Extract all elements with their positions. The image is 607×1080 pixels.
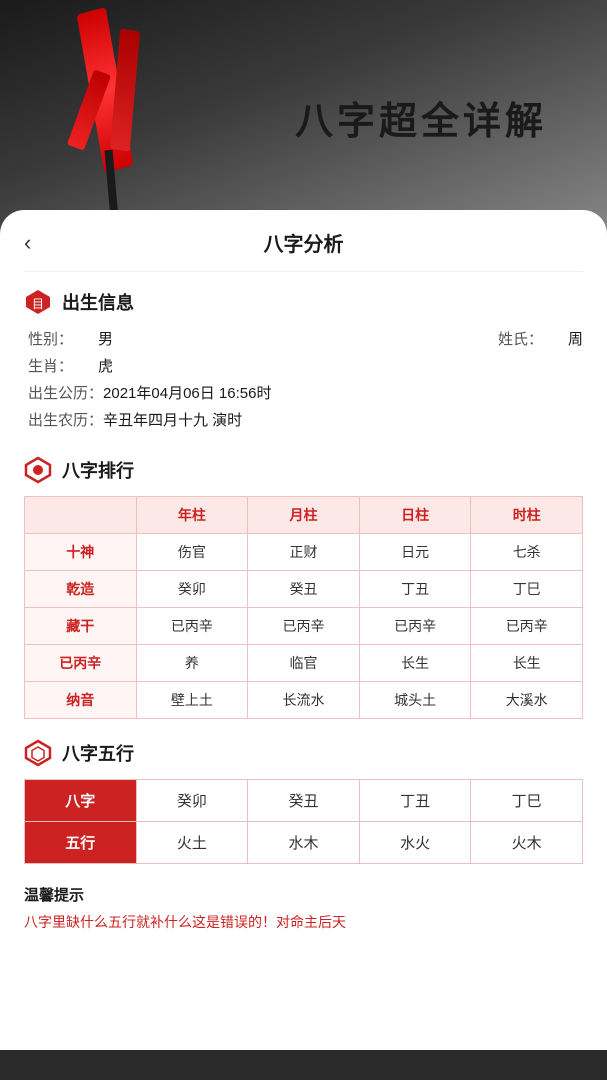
cell-qianzao-month: 癸丑 — [248, 571, 360, 608]
wuxing-element-label: 五行 — [25, 822, 137, 864]
zodiac-value: 虎 — [98, 355, 113, 376]
cell-shishen-month: 正财 — [248, 534, 360, 571]
banner-title: 八字超全详解 — [295, 90, 547, 145]
surname-value: 周 — [568, 328, 583, 349]
gender-value: 男 — [98, 328, 113, 349]
cell-zanggan-year: 已丙辛 — [136, 608, 248, 645]
lunar-value: 辛丑年四月十九 演时 — [103, 409, 242, 430]
wuxing-table: 八字 癸卯 癸丑 丁丑 丁巳 五行 火土 水木 水火 火木 — [24, 779, 583, 864]
wuxing-bazi-2: 癸丑 — [248, 780, 360, 822]
zodiac-row: 生肖： 虎 — [24, 355, 583, 376]
cell-shishen-year: 伤官 — [136, 534, 248, 571]
wuxing-title: 八字五行 — [62, 740, 134, 766]
table-row: 乾造 癸卯 癸丑 丁丑 丁巳 — [25, 571, 583, 608]
cell-zanggan-month: 已丙辛 — [248, 608, 360, 645]
wuxing-row-element: 五行 火土 水木 水火 火木 — [25, 822, 583, 864]
back-button[interactable]: ‹ — [24, 230, 31, 256]
cell-shishen-day: 日元 — [359, 534, 471, 571]
table-header-row: 年柱 月柱 日柱 时柱 — [25, 497, 583, 534]
table-header-hour: 时柱 — [471, 497, 583, 534]
bazi-rank-header: 八字排行 — [24, 456, 583, 484]
banner: 八字超全详解 — [0, 0, 607, 240]
row-label-shishen: 十神 — [25, 534, 137, 571]
bazi-rank-icon — [24, 456, 52, 484]
bazi-rank-section: 八字排行 年柱 月柱 日柱 时柱 十神 伤官 正财 日元 七杀 — [0, 444, 607, 727]
solar-value: 2021年04月06日 16:56时 — [103, 382, 271, 403]
cell-yibingxin-year: 养 — [136, 645, 248, 682]
cell-nayin-year: 壁上土 — [136, 682, 248, 719]
bazi-rank-table: 年柱 月柱 日柱 时柱 十神 伤官 正财 日元 七杀 乾造 癸卯 癸丑 — [24, 496, 583, 719]
table-row: 已丙辛 养 临官 长生 长生 — [25, 645, 583, 682]
wuxing-bazi-3: 丁丑 — [359, 780, 471, 822]
lunar-label: 出生农历： — [28, 409, 103, 430]
cell-yibingxin-month: 临官 — [248, 645, 360, 682]
wuxing-bazi-label: 八字 — [25, 780, 137, 822]
tip-text: 八字里缺什么五行就补什么这是错误的！对命主后天 — [24, 911, 583, 933]
row-label-zanggan: 藏干 — [25, 608, 137, 645]
cell-zanggan-day: 已丙辛 — [359, 608, 471, 645]
wuxing-header: 八字五行 — [24, 739, 583, 767]
cell-zanggan-hour: 已丙辛 — [471, 608, 583, 645]
nav-bar: ‹ 八字分析 — [0, 210, 607, 267]
cell-nayin-month: 长流水 — [248, 682, 360, 719]
page-title: 八字分析 — [264, 228, 344, 257]
table-row: 十神 伤官 正财 日元 七杀 — [25, 534, 583, 571]
bazi-rank-title: 八字排行 — [62, 457, 134, 483]
table-row: 藏干 已丙辛 已丙辛 已丙辛 已丙辛 — [25, 608, 583, 645]
table-header-month: 月柱 — [248, 497, 360, 534]
table-row: 纳音 壁上土 长流水 城头土 大溪水 — [25, 682, 583, 719]
tip-section: 温馨提示 八字里缺什么五行就补什么这是错误的！对命主后天 — [0, 872, 607, 941]
wuxing-element-3: 水火 — [359, 822, 471, 864]
tip-title: 温馨提示 — [24, 884, 583, 905]
cell-nayin-day: 城头土 — [359, 682, 471, 719]
table-header-year: 年柱 — [136, 497, 248, 534]
main-card: ‹ 八字分析 目 出生信息 性别： 男 姓氏： 周 生肖： 虎 出生公历： 20… — [0, 210, 607, 1050]
cell-nayin-hour: 大溪水 — [471, 682, 583, 719]
solar-label: 出生公历： — [28, 382, 103, 403]
wuxing-section: 八字五行 八字 癸卯 癸丑 丁丑 丁巳 五行 火土 水木 水火 火木 — [0, 727, 607, 872]
cell-qianzao-year: 癸卯 — [136, 571, 248, 608]
row-label-nayin: 纳音 — [25, 682, 137, 719]
wuxing-bazi-1: 癸卯 — [136, 780, 248, 822]
table-header-day: 日柱 — [359, 497, 471, 534]
wuxing-row-bazi: 八字 癸卯 癸丑 丁丑 丁巳 — [25, 780, 583, 822]
gender-row: 性别： 男 姓氏： 周 — [24, 328, 583, 349]
solar-row: 出生公历： 2021年04月06日 16:56时 — [24, 382, 583, 403]
table-header-empty — [25, 497, 137, 534]
birth-info-section: 目 出生信息 性别： 男 姓氏： 周 生肖： 虎 出生公历： 2021年04月0… — [0, 276, 607, 444]
wuxing-icon — [24, 739, 52, 767]
cell-qianzao-day: 丁丑 — [359, 571, 471, 608]
wuxing-element-2: 水木 — [248, 822, 360, 864]
svg-text:目: 目 — [32, 297, 44, 311]
birth-section-title: 出生信息 — [62, 289, 134, 315]
zodiac-label: 生肖： — [28, 355, 98, 376]
wuxing-element-4: 火木 — [471, 822, 583, 864]
cell-yibingxin-day: 长生 — [359, 645, 471, 682]
divider-top — [24, 271, 583, 272]
row-label-yibingxin: 已丙辛 — [25, 645, 137, 682]
cell-yibingxin-hour: 长生 — [471, 645, 583, 682]
ribbon-decoration — [60, 10, 150, 210]
wuxing-element-1: 火土 — [136, 822, 248, 864]
birth-info-header: 目 出生信息 — [24, 288, 583, 316]
birth-icon: 目 — [24, 288, 52, 316]
wuxing-bazi-4: 丁巳 — [471, 780, 583, 822]
row-label-qianzao: 乾造 — [25, 571, 137, 608]
gender-label: 性别： — [28, 328, 98, 349]
cell-shishen-hour: 七杀 — [471, 534, 583, 571]
lunar-row: 出生农历： 辛丑年四月十九 演时 — [24, 409, 583, 430]
cell-qianzao-hour: 丁巳 — [471, 571, 583, 608]
surname-label: 姓氏： — [498, 328, 568, 349]
